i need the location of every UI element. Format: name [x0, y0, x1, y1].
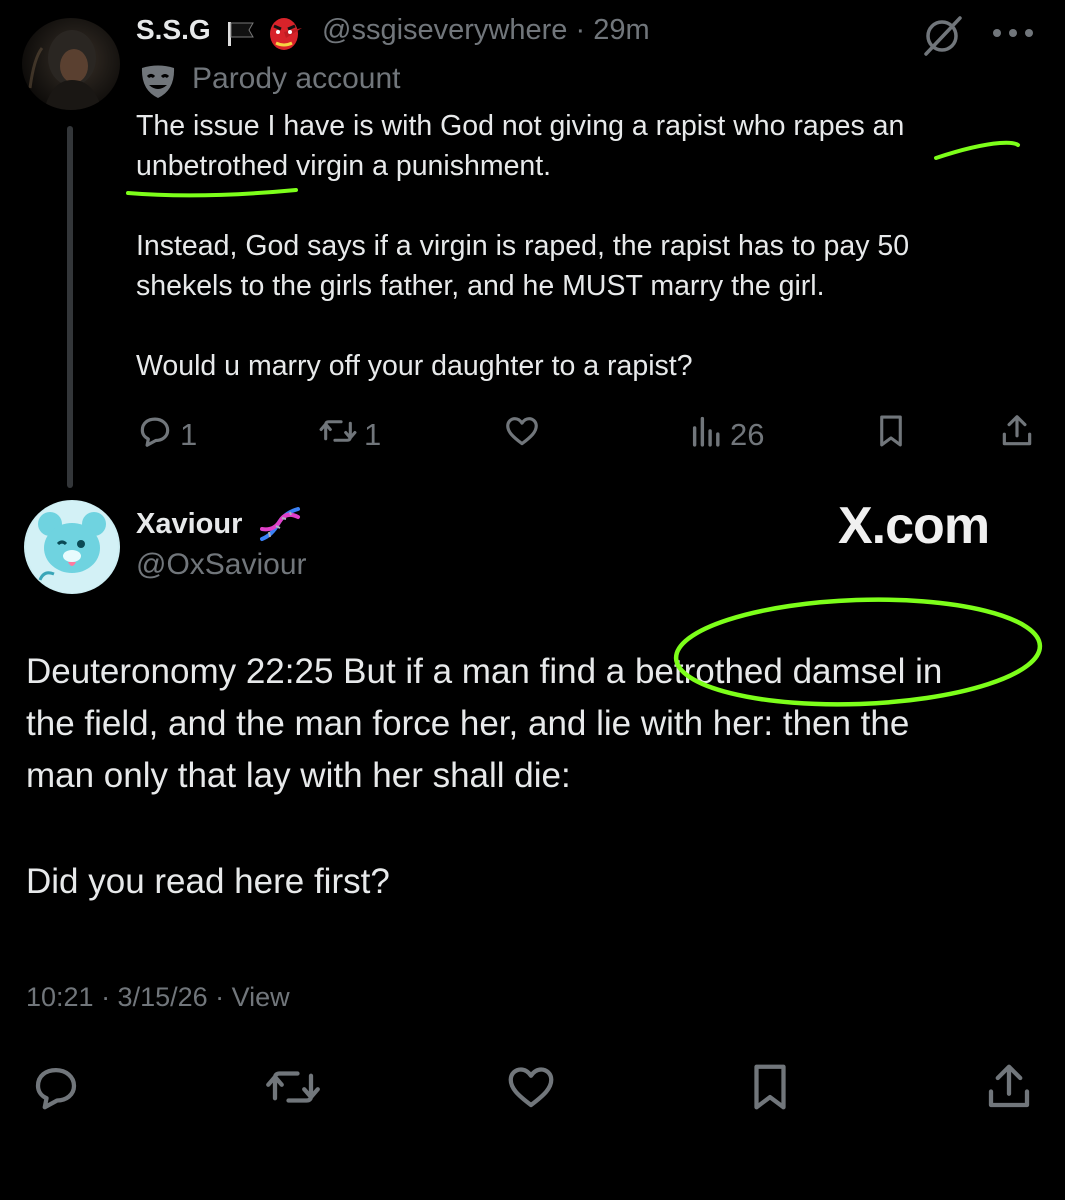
- display-name[interactable]: Xaviour: [136, 508, 242, 541]
- tweet-text-line: Did you read here first?: [26, 862, 390, 901]
- repost-count: 1: [364, 417, 382, 452]
- dna-icon: [258, 505, 302, 548]
- reply-button[interactable]: [28, 1060, 84, 1119]
- handle[interactable]: @ssgiseverywhere: [322, 14, 567, 46]
- repost-button[interactable]: 1: [318, 412, 381, 458]
- avatar[interactable]: [22, 18, 120, 110]
- repost-icon: [318, 412, 358, 458]
- post-time[interactable]: 29m: [593, 14, 649, 46]
- thread-connector: [67, 126, 73, 488]
- underline-annotation: [934, 140, 1020, 160]
- tweet-text-line: the field, and the man force her, and li…: [26, 704, 910, 743]
- share-button[interactable]: [982, 1060, 1036, 1119]
- tweet-text-line: man only that lay with her shall die:: [26, 756, 571, 795]
- tweet-text-line: Would u marry off your daughter to a rap…: [136, 350, 693, 382]
- reply-icon: [28, 1067, 84, 1118]
- tweet-text-line: shekels to the girls father, and he MUST…: [136, 270, 825, 302]
- underline-annotation: [126, 188, 298, 198]
- bookmark-icon: [874, 412, 908, 458]
- parody-account-label: Parody account: [192, 62, 401, 95]
- display-name[interactable]: S.S.G: [136, 14, 211, 46]
- handle[interactable]: @OxSaviour: [136, 548, 307, 582]
- reply-icon: [136, 412, 174, 458]
- repost-button[interactable]: [262, 1060, 324, 1119]
- x-watermark: X.com: [838, 497, 990, 555]
- share-icon: [982, 1064, 1036, 1118]
- tengu-mask-icon: [266, 16, 306, 57]
- black-flag-icon: [226, 21, 256, 52]
- more-icon[interactable]: [990, 20, 1036, 51]
- like-button[interactable]: [502, 1060, 560, 1119]
- separator: ·: [575, 14, 586, 46]
- reply-count: 1: [180, 417, 198, 452]
- theater-mask-icon: [138, 64, 178, 105]
- tweet-text-line: unbetrothed virgin a punishment.: [136, 150, 552, 182]
- bookmark-icon: [744, 1064, 796, 1118]
- bookmark-button[interactable]: [874, 412, 908, 458]
- grok-icon[interactable]: [918, 14, 966, 63]
- handle-and-time[interactable]: @ssgiseverywhere · 29m: [322, 14, 650, 47]
- reply-button[interactable]: 1: [136, 412, 197, 458]
- bookmark-button[interactable]: [744, 1060, 796, 1119]
- repost-icon: [262, 1071, 324, 1118]
- views-button[interactable]: 26: [690, 412, 764, 458]
- like-button[interactable]: [502, 412, 542, 458]
- heart-icon: [502, 412, 542, 458]
- heart-icon: [502, 1067, 560, 1118]
- tweet-text-line: Deuteronomy 22:25 But if a man find a be…: [26, 652, 943, 691]
- post-timestamp[interactable]: 10:21 · 3/15/26 · View: [26, 982, 290, 1013]
- view-count: 26: [730, 417, 765, 452]
- views-icon: [690, 412, 724, 458]
- avatar[interactable]: [24, 500, 120, 594]
- tweet-text-line: Instead, God says if a virgin is raped, …: [136, 230, 910, 262]
- tweet-text-line: The issue I have is with God not giving …: [136, 110, 905, 142]
- share-button[interactable]: [998, 412, 1036, 458]
- share-icon: [998, 412, 1036, 458]
